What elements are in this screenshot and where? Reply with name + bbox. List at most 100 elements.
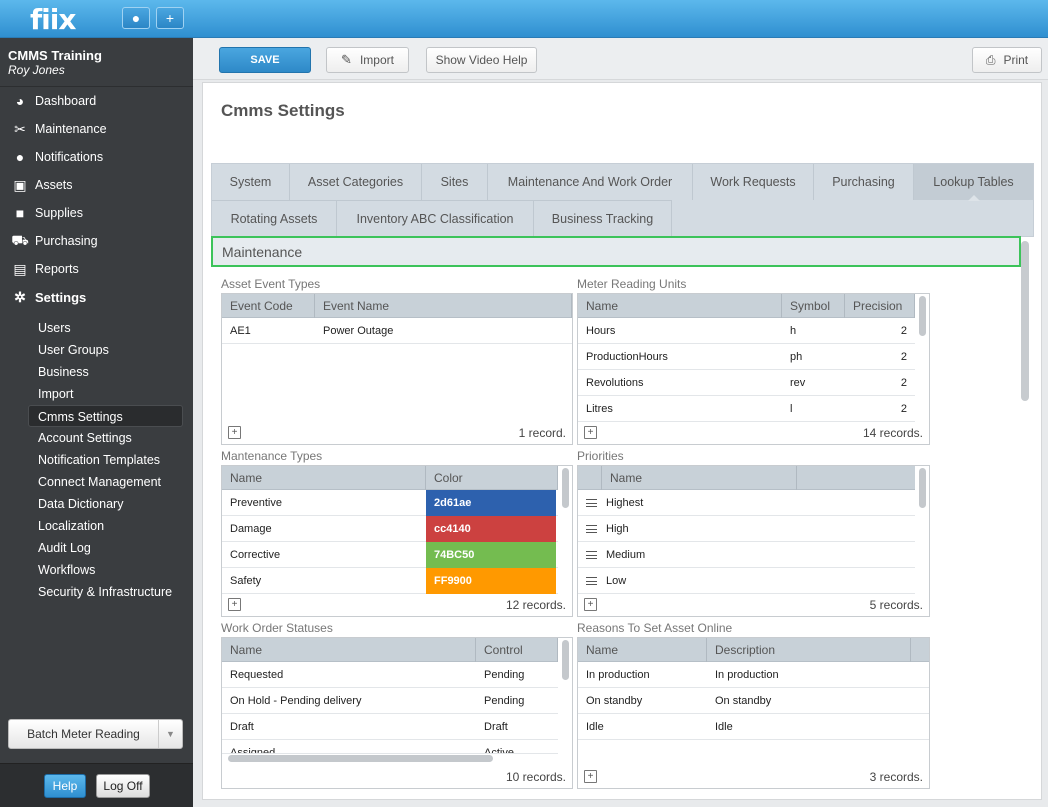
nav-purchasing[interactable]: ⛟ Purchasing — [0, 227, 193, 255]
record-count: 1 record. — [518, 426, 566, 440]
table-row[interactable]: Corrective 74BC50 — [222, 542, 558, 568]
palette-icon: ◕ — [15, 93, 25, 109]
grid-scrollbar[interactable] — [919, 296, 926, 336]
sidebar-item-account-settings[interactable]: Account Settings — [0, 427, 193, 449]
column-header[interactable]: Symbol — [782, 294, 845, 318]
sidebar-item-users[interactable]: Users — [0, 317, 193, 339]
sidebar-item-data-dictionary[interactable]: Data Dictionary — [0, 493, 193, 515]
add-record-icon[interactable]: + — [584, 770, 597, 783]
nav-notifications[interactable]: ● Notifications — [0, 143, 193, 171]
sidebar-item-cmms-settings[interactable]: Cmms Settings — [28, 405, 183, 427]
column-header[interactable]: Color — [426, 466, 558, 490]
add-record-icon[interactable]: + — [584, 598, 597, 611]
sidebar-item-user-groups[interactable]: User Groups — [0, 339, 193, 361]
sidebar-item-workflows[interactable]: Workflows — [0, 559, 193, 581]
column-header[interactable]: Control — [476, 638, 558, 662]
table-row[interactable]: ProductionHours ph 2 — [578, 344, 915, 370]
add-record-icon[interactable]: + — [228, 426, 241, 439]
tab-purchasing[interactable]: Purchasing — [814, 164, 914, 200]
meter-reading-units-title: Meter Reading Units — [577, 277, 687, 291]
grid-scrollbar[interactable] — [919, 468, 926, 508]
table-row[interactable]: Medium — [578, 542, 915, 568]
printer-icon: ⎙ — [985, 52, 996, 67]
nav-maintenance[interactable]: ✂ Maintenance — [0, 115, 193, 143]
nav-reports[interactable]: ▤ Reports — [0, 255, 193, 283]
section-header: Maintenance — [211, 236, 1021, 267]
tab-work-requests[interactable]: Work Requests — [693, 164, 814, 200]
table-row[interactable]: AE1 Power Outage — [222, 318, 572, 344]
sidebar: CMMS Training Roy Jones ◕ Dashboard ✂ Main… — [0, 38, 193, 807]
sidebar-item-business[interactable]: Business — [0, 361, 193, 383]
column-header[interactable]: Name — [222, 638, 476, 662]
nav-settings[interactable]: ✲ Settings — [0, 283, 193, 311]
grid-scrollbar[interactable] — [562, 468, 569, 508]
fiix-logo[interactable]: fiix — [30, 3, 76, 36]
table-row[interactable]: High — [578, 516, 915, 542]
add-record-icon[interactable]: + — [228, 598, 241, 611]
asset-event-types-title: Asset Event Types — [221, 277, 321, 291]
table-row[interactable]: On standby On standby — [578, 688, 929, 714]
tab-asset-categories[interactable]: Asset Categories — [290, 164, 422, 200]
import-button[interactable]: ✎ Import — [326, 47, 409, 73]
save-button[interactable]: SAVE — [219, 47, 311, 73]
show-video-help-button[interactable]: Show Video Help — [426, 47, 537, 73]
table-row[interactable]: Draft Draft — [222, 714, 558, 740]
column-header[interactable]: Precision — [845, 294, 915, 318]
nav-assets[interactable]: ▣ Assets — [0, 171, 193, 199]
table-row[interactable]: Litres l 2 — [578, 396, 915, 422]
table-row[interactable]: In production In production — [578, 662, 929, 688]
tab-inventory-abc-classification[interactable]: Inventory ABC Classification — [337, 200, 534, 236]
table-row[interactable]: Requested Pending — [222, 662, 558, 688]
column-header[interactable]: Name — [222, 466, 426, 490]
add-record-icon[interactable]: + — [584, 426, 597, 439]
table-row[interactable]: Revolutions rev 2 — [578, 370, 915, 396]
record-count: 14 records. — [862, 426, 923, 440]
add-button[interactable]: + — [156, 7, 184, 29]
table-row[interactable]: Safety FF9900 — [222, 568, 558, 594]
column-header[interactable]: Description — [707, 638, 911, 662]
table-row[interactable]: Idle Idle — [578, 714, 929, 740]
table-row[interactable]: Preventive 2d61ae — [222, 490, 558, 516]
table-row[interactable]: On Hold - Pending delivery Pending — [222, 688, 558, 714]
column-header[interactable]: Name — [578, 638, 707, 662]
column-header[interactable]: Event Name — [315, 294, 572, 318]
grid-scrollbar[interactable] — [562, 640, 569, 680]
tab-system[interactable]: System — [212, 164, 290, 200]
batch-meter-reading-button[interactable]: Batch Meter Reading ▼ — [8, 719, 183, 749]
vertical-scrollbar[interactable] — [1021, 241, 1029, 401]
cart-icon: ⛟ — [11, 231, 29, 248]
tab-lookup-tables[interactable]: Lookup Tables — [914, 164, 1033, 201]
tab-maintenance-and-work-order[interactable]: Maintenance And Work Order — [488, 164, 693, 200]
tab-sites[interactable]: Sites — [422, 164, 488, 200]
drag-handle-icon[interactable] — [586, 499, 597, 508]
drag-handle-icon[interactable] — [586, 525, 597, 534]
nav-dashboard[interactable]: ◕ Dashboard — [0, 87, 193, 115]
sidebar-item-connect-management[interactable]: Connect Management — [0, 471, 193, 493]
column-header[interactable]: Event Code — [222, 294, 315, 318]
tab-business-tracking[interactable]: Business Tracking — [534, 200, 672, 236]
edit-icon: ✎ — [341, 52, 352, 67]
horizontal-scrollbar[interactable] — [228, 755, 493, 762]
sidebar-item-audit-log[interactable]: Audit Log — [0, 537, 193, 559]
sidebar-item-security-infrastructure[interactable]: Security & Infrastructure — [0, 581, 193, 603]
log-off-button[interactable]: Log Off — [96, 774, 150, 798]
user-button[interactable]: ● — [122, 7, 150, 29]
sidebar-item-notification-templates[interactable]: Notification Templates — [0, 449, 193, 471]
table-row[interactable]: Highest — [578, 490, 915, 516]
tab-rotating-assets[interactable]: Rotating Assets — [212, 200, 337, 236]
print-button[interactable]: ⎙ Print — [972, 47, 1042, 73]
help-button[interactable]: Help — [44, 774, 86, 798]
table-row[interactable]: Damage cc4140 — [222, 516, 558, 542]
maintenance-types-grid: Name Color Preventive 2d61ae Damage cc41… — [221, 465, 573, 617]
table-row[interactable]: Assigned Active — [222, 740, 558, 754]
column-header[interactable]: Name — [602, 466, 797, 490]
chevron-down-icon[interactable]: ▼ — [158, 720, 182, 748]
table-row[interactable]: Hours h 2 — [578, 318, 915, 344]
column-header[interactable]: Name — [578, 294, 782, 318]
nav-supplies[interactable]: ■ Supplies — [0, 199, 193, 227]
drag-handle-icon[interactable] — [586, 551, 597, 560]
sidebar-item-import[interactable]: Import — [0, 383, 193, 405]
table-row[interactable]: Low — [578, 568, 915, 594]
sidebar-item-localization[interactable]: Localization — [0, 515, 193, 537]
drag-handle-icon[interactable] — [586, 577, 597, 586]
